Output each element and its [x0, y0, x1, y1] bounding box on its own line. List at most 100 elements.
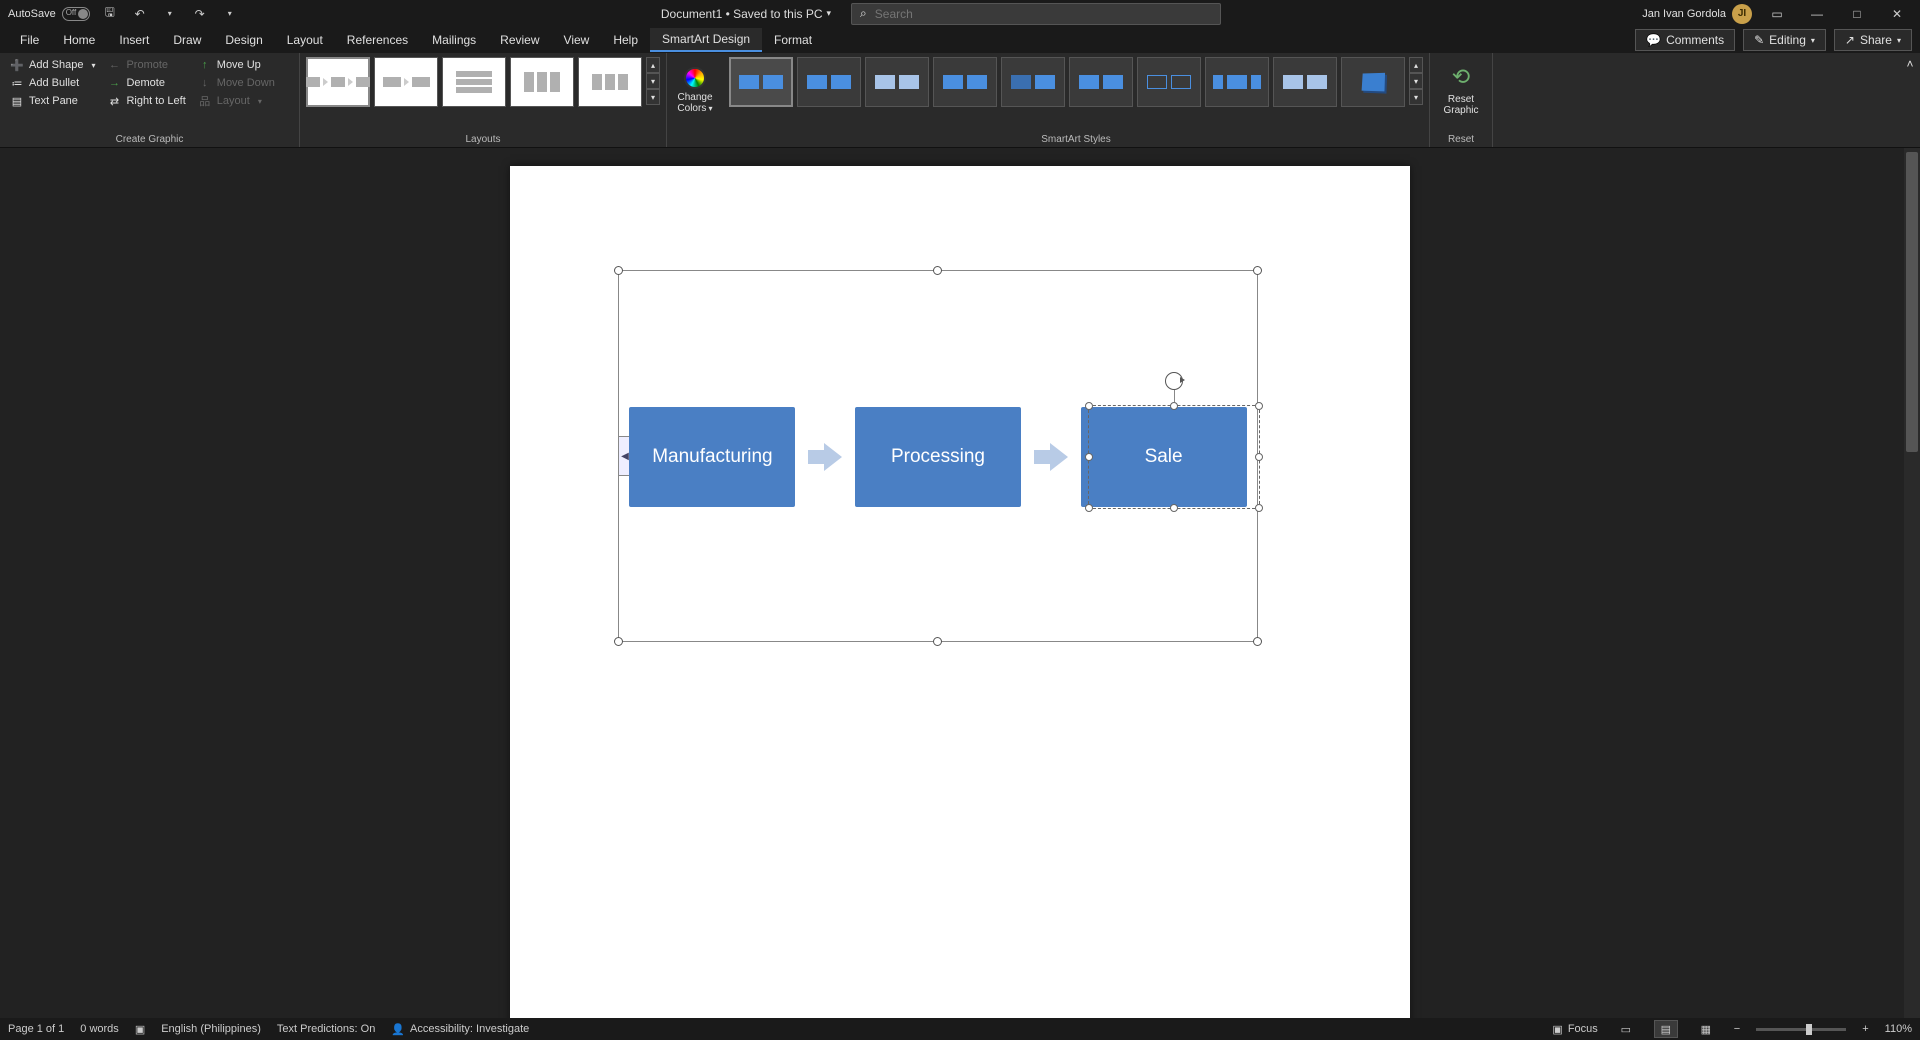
resize-handle[interactable] [1253, 637, 1262, 646]
undo-dropdown-icon[interactable]: ▾ [160, 4, 180, 24]
tab-references[interactable]: References [335, 29, 420, 51]
comments-button[interactable]: 💬Comments [1635, 29, 1735, 51]
vertical-scrollbar[interactable] [1904, 148, 1920, 1018]
right-to-left-button[interactable]: ⇄Right to Left [103, 93, 189, 109]
page-indicator[interactable]: Page 1 of 1 [8, 1023, 64, 1035]
tab-design[interactable]: Design [213, 29, 274, 51]
editing-mode-button[interactable]: ✎Editing▾ [1743, 29, 1826, 51]
document-title[interactable]: Document1 • Saved to this PC ▾ [661, 7, 831, 21]
ribbon-display-icon[interactable]: ▭ [1762, 3, 1792, 25]
style-option-9[interactable] [1273, 57, 1337, 107]
arrow-right-icon: → [107, 76, 121, 90]
layouts-scroll-down[interactable]: ▾ [646, 73, 660, 89]
collapse-ribbon-icon[interactable]: ˄ [1906, 57, 1913, 71]
account-button[interactable]: Jan Ivan Gordola JI [1642, 4, 1752, 24]
web-layout-icon[interactable]: ▦ [1694, 1020, 1718, 1038]
share-button[interactable]: ↗Share▾ [1834, 29, 1912, 51]
style-option-2[interactable] [797, 57, 861, 107]
resize-handle[interactable] [1085, 504, 1093, 512]
read-mode-icon[interactable]: ▭ [1614, 1020, 1638, 1038]
resize-handle[interactable] [1255, 402, 1263, 410]
tab-layout[interactable]: Layout [275, 29, 335, 51]
layout-option-4[interactable] [510, 57, 574, 107]
chevron-down-icon: ▾ [1897, 36, 1901, 45]
layout-option-5[interactable] [578, 57, 642, 107]
styles-scroll-up[interactable]: ▴ [1409, 57, 1423, 73]
tab-view[interactable]: View [552, 29, 602, 51]
smartart-shape-1[interactable]: Manufacturing [629, 407, 795, 507]
layout-option-2[interactable] [374, 57, 438, 107]
resize-handle[interactable] [1085, 453, 1093, 461]
language-indicator[interactable]: English (Philippines) [161, 1023, 261, 1035]
smartart-graphic[interactable]: ◀ Manufacturing Processing Sale [618, 270, 1258, 642]
zoom-level[interactable]: 110% [1885, 1023, 1912, 1035]
search-input[interactable] [875, 7, 1212, 21]
smartart-shape-2[interactable]: Processing [855, 407, 1021, 507]
resize-handle[interactable] [614, 266, 623, 275]
style-option-6[interactable] [1069, 57, 1133, 107]
resize-handle[interactable] [1255, 504, 1263, 512]
redo-icon[interactable]: ↷ [190, 4, 210, 24]
layout-option-1[interactable] [306, 57, 370, 107]
tab-mailings[interactable]: Mailings [420, 29, 488, 51]
resize-handle[interactable] [1253, 266, 1262, 275]
print-layout-icon[interactable]: ▤ [1654, 1020, 1678, 1038]
resize-handle[interactable] [933, 266, 942, 275]
reset-graphic-button[interactable]: ⟲ ResetGraphic [1436, 57, 1486, 123]
zoom-slider[interactable] [1756, 1028, 1846, 1031]
resize-handle[interactable] [1170, 504, 1178, 512]
tab-home[interactable]: Home [51, 29, 107, 51]
tab-review[interactable]: Review [488, 29, 551, 51]
resize-handle[interactable] [933, 637, 942, 646]
shape-selection [1088, 405, 1260, 509]
spell-check-icon[interactable]: ▣ [135, 1023, 145, 1036]
page[interactable]: ◀ Manufacturing Processing Sale [510, 166, 1410, 1018]
demote-button[interactable]: →Demote [103, 75, 189, 91]
tab-draw[interactable]: Draw [161, 29, 213, 51]
qat-customize-icon[interactable]: ▾ [220, 4, 240, 24]
save-icon[interactable]: 🖫 [100, 4, 120, 24]
tab-help[interactable]: Help [601, 29, 650, 51]
scrollbar-thumb[interactable] [1906, 152, 1918, 452]
maximize-icon[interactable]: □ [1842, 3, 1872, 25]
style-option-8[interactable] [1205, 57, 1269, 107]
change-colors-button[interactable]: Change Colors ▾ [673, 57, 717, 123]
document-area[interactable]: ◀ Manufacturing Processing Sale [0, 148, 1920, 1018]
resize-handle[interactable] [1085, 402, 1093, 410]
minimize-icon[interactable]: ― [1802, 3, 1832, 25]
resize-handle[interactable] [1170, 402, 1178, 410]
tab-insert[interactable]: Insert [107, 29, 161, 51]
move-up-button[interactable]: ↑Move Up [194, 57, 279, 73]
tab-format[interactable]: Format [762, 29, 824, 51]
autosave-toggle[interactable]: AutoSave Off [8, 7, 90, 21]
zoom-out-button[interactable]: − [1734, 1023, 1740, 1035]
styles-more[interactable]: ▾ [1409, 89, 1423, 105]
undo-icon[interactable]: ↶ [130, 4, 150, 24]
zoom-in-button[interactable]: + [1862, 1023, 1868, 1035]
search-box[interactable]: ⌕ [851, 3, 1221, 25]
close-icon[interactable]: ✕ [1882, 3, 1912, 25]
add-bullet-button[interactable]: ≔Add Bullet [6, 75, 99, 91]
resize-handle[interactable] [1255, 453, 1263, 461]
style-option-5[interactable] [1001, 57, 1065, 107]
layouts-more[interactable]: ▾ [646, 89, 660, 105]
text-predictions[interactable]: Text Predictions: On [277, 1023, 375, 1035]
add-shape-button[interactable]: ➕Add Shape▾ [6, 57, 99, 73]
style-option-3[interactable] [865, 57, 929, 107]
rotate-handle[interactable] [1165, 372, 1183, 390]
group-reset: ⟲ ResetGraphic Reset [1430, 53, 1493, 147]
layouts-scroll-up[interactable]: ▴ [646, 57, 660, 73]
style-option-4[interactable] [933, 57, 997, 107]
layout-option-3[interactable] [442, 57, 506, 107]
style-option-7[interactable] [1137, 57, 1201, 107]
focus-mode-button[interactable]: ▣Focus [1552, 1023, 1597, 1036]
accessibility-checker[interactable]: 👤Accessibility: Investigate [391, 1023, 529, 1036]
tab-smartart-design[interactable]: SmartArt Design [650, 28, 762, 52]
style-option-1[interactable] [729, 57, 793, 107]
tab-file[interactable]: File [8, 29, 51, 51]
resize-handle[interactable] [614, 637, 623, 646]
word-count[interactable]: 0 words [80, 1023, 119, 1035]
style-option-10[interactable] [1341, 57, 1405, 107]
text-pane-button[interactable]: ▤Text Pane [6, 93, 99, 109]
styles-scroll-down[interactable]: ▾ [1409, 73, 1423, 89]
